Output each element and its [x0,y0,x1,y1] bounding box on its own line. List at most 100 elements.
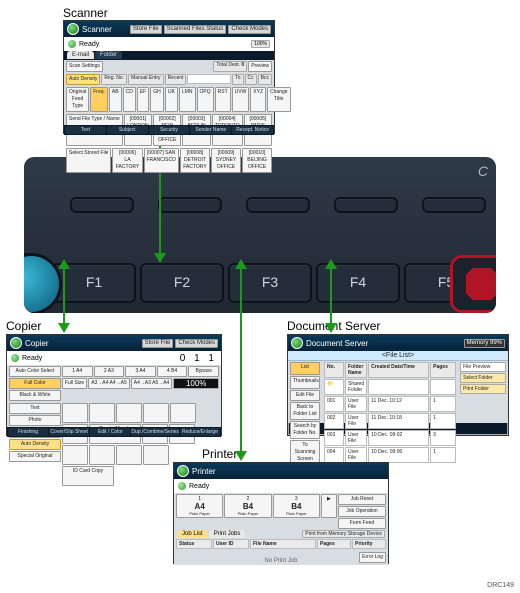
app-orb-icon [177,465,189,477]
home-round-button[interactable] [24,253,62,313]
ab-uvw-button[interactable]: UVW [232,87,250,112]
manual-entry-chip[interactable]: Manual Entry [128,74,163,85]
preview-button[interactable]: Preview [248,61,272,72]
tab-email[interactable]: E-mail [67,51,94,59]
tab-joblist[interactable]: Job List [177,530,208,538]
black-white-button[interactable]: Black & White [9,390,61,401]
tray-button[interactable]: 3 A4 [125,366,156,377]
scanner-footer-security[interactable]: Security [149,126,190,134]
original-feed-type-button[interactable]: Original Feed Type [66,87,89,112]
dest-tile[interactable]: [00010] BEIJING OFFICE [242,148,272,173]
out-tile[interactable] [116,403,142,423]
fn-key-f1[interactable]: F1 [52,263,136,303]
job-operation-button[interactable]: Job Operation [338,506,386,517]
tray-scroll-button[interactable]: ▶ [321,494,337,518]
ab-opq-button[interactable]: OPQ [197,87,214,112]
ds-select-folder-button[interactable]: Select Folder [460,373,506,383]
out-tile[interactable] [62,403,88,423]
photo-mode-button[interactable]: Photo [9,415,61,426]
ab-rst-button[interactable]: RST [215,87,231,112]
job-reset-button[interactable]: Job Reset [338,494,386,505]
fn-key-f4[interactable]: F4 [316,263,400,303]
ab-lmn-button[interactable]: LMN [179,87,196,112]
ab-ijk-button[interactable]: IJK [165,87,178,112]
out-tile[interactable] [62,445,88,465]
regno-chip[interactable]: Reg. No. [101,74,127,85]
copier-footer-edit[interactable]: Edit / Color [90,428,130,436]
special-original-button[interactable]: Special Original [9,451,61,462]
view-thumb-button[interactable]: Thumbnails [290,376,320,389]
doclist-folder-row[interactable]: 📁 Shared Folder [322,379,458,396]
tray-button[interactable]: 2 A3 [94,366,125,377]
copier-footer-dup[interactable]: Dup./Combine/Series [131,428,179,436]
copier-footer-reduce[interactable]: Reduce/Enlarge [180,428,220,436]
ab-change-title-button[interactable]: Change Title [267,87,291,112]
text-mode-button[interactable]: Text [9,403,61,414]
out-tile[interactable] [89,445,115,465]
scanner-footer-sender[interactable]: Sender Name [190,126,231,134]
tab-printjobs[interactable]: Print Jobs [209,530,246,538]
dest-tile[interactable]: [00009] SYDNEY OFFICE [211,148,241,173]
titlebar-button[interactable]: Store File [130,25,162,34]
tray-button[interactable]: 1 A4 Plain Paper [176,494,223,518]
auto-density-button[interactable]: Auto Density [9,439,61,450]
titlebar-button[interactable]: Scanned Files Status [164,25,227,34]
destination-field[interactable] [187,74,231,84]
out-tile[interactable] [143,445,169,465]
out-tile[interactable] [116,445,142,465]
tray-button[interactable]: 1 A4 [62,366,93,377]
form-feed-button[interactable]: Form Feed [338,518,386,529]
copier-footer-cover[interactable]: Cover/Slip Sheet [49,428,89,436]
ratio-a4a3-button[interactable]: A4→A3 A5→A4 [131,378,173,389]
recent-chip[interactable]: Recent [165,74,187,85]
ratio-a3a4-button[interactable]: A3→A4 A4→A5 [88,378,130,389]
view-list-button[interactable]: List [290,362,320,375]
auto-color-select-button[interactable]: Auto Color Select [9,366,61,377]
titlebar-button[interactable]: Store File [142,339,174,348]
ab-ef-button[interactable]: EF [137,87,149,112]
bcc-chip[interactable]: Bcc [258,74,272,85]
ab-xyz-button[interactable]: XYZ [250,87,266,112]
fn-key-f2[interactable]: F2 [140,263,224,303]
tray-button[interactable]: Bypass [188,366,219,377]
copier-footer-finishing[interactable]: Finishing [8,428,48,436]
dest-tile[interactable]: [00008] DETROIT FACTORY [180,148,210,173]
out-tile[interactable] [143,403,169,423]
out-tile[interactable] [89,403,115,423]
tray-button[interactable]: 4 B4 [157,366,188,377]
full-color-button[interactable]: Full Color [9,378,61,389]
to-chip[interactable]: To [232,74,243,85]
doclist-row[interactable]: 002 User File 11 Dec. 10:18 1 [322,413,458,430]
scanner-footer-recpt[interactable]: Recept. Notice [232,126,273,134]
auto-density-button[interactable]: Auto Density [66,74,100,85]
scanner-title: Scanner [82,25,112,34]
tab-folder[interactable]: Folder [95,51,122,59]
idcard-copy-button[interactable]: ID Card Copy [62,466,114,486]
fn-key-f3[interactable]: F3 [228,263,312,303]
out-tile[interactable] [170,403,196,423]
ab-ab-button[interactable]: AB [109,87,122,112]
ab-freq-button[interactable]: Freq. [90,87,108,112]
ab-gh-button[interactable]: GH [150,87,164,112]
ds-search-by-folder-button[interactable]: Search by Folder No. [290,421,320,439]
scanner-footer-subject[interactable]: Subject [107,126,148,134]
cc-chip[interactable]: Cc [245,74,257,85]
titlebar-button[interactable]: Check Modes [228,25,271,34]
ab-cd-button[interactable]: CD [123,87,136,112]
doclist-row[interactable]: 003 User File 10 Dec. 09:02 3 [322,430,458,447]
scanner-footer-text[interactable]: Text [65,126,106,134]
tray-button[interactable]: 2 B4 Plain Paper [224,494,271,518]
tray-button[interactable]: 3 B4 Plain Paper [273,494,320,518]
ratio-button[interactable]: Full Size [62,378,87,389]
stop-button[interactable] [464,266,496,302]
error-log-button[interactable]: Error Log [359,552,386,563]
titlebar-button[interactable]: Check Modes [175,339,218,348]
dest-tile[interactable]: [00007] SAN FRANCISCO [144,148,179,173]
ds-back-to-folder-button[interactable]: Back to Folder List [290,402,320,420]
store-file-button[interactable]: Select Stored File [66,148,111,173]
dest-tile[interactable]: [00006] LA FACTORY [112,148,142,173]
ds-to-scanning-button[interactable]: Edit File [290,390,320,401]
scan-settings-button[interactable]: Scan Settings [66,61,103,72]
ds-print-folder-button[interactable]: Print Folder [460,384,506,394]
doclist-row[interactable]: 001 User File 11 Dec. 10:12 1 [322,396,458,413]
